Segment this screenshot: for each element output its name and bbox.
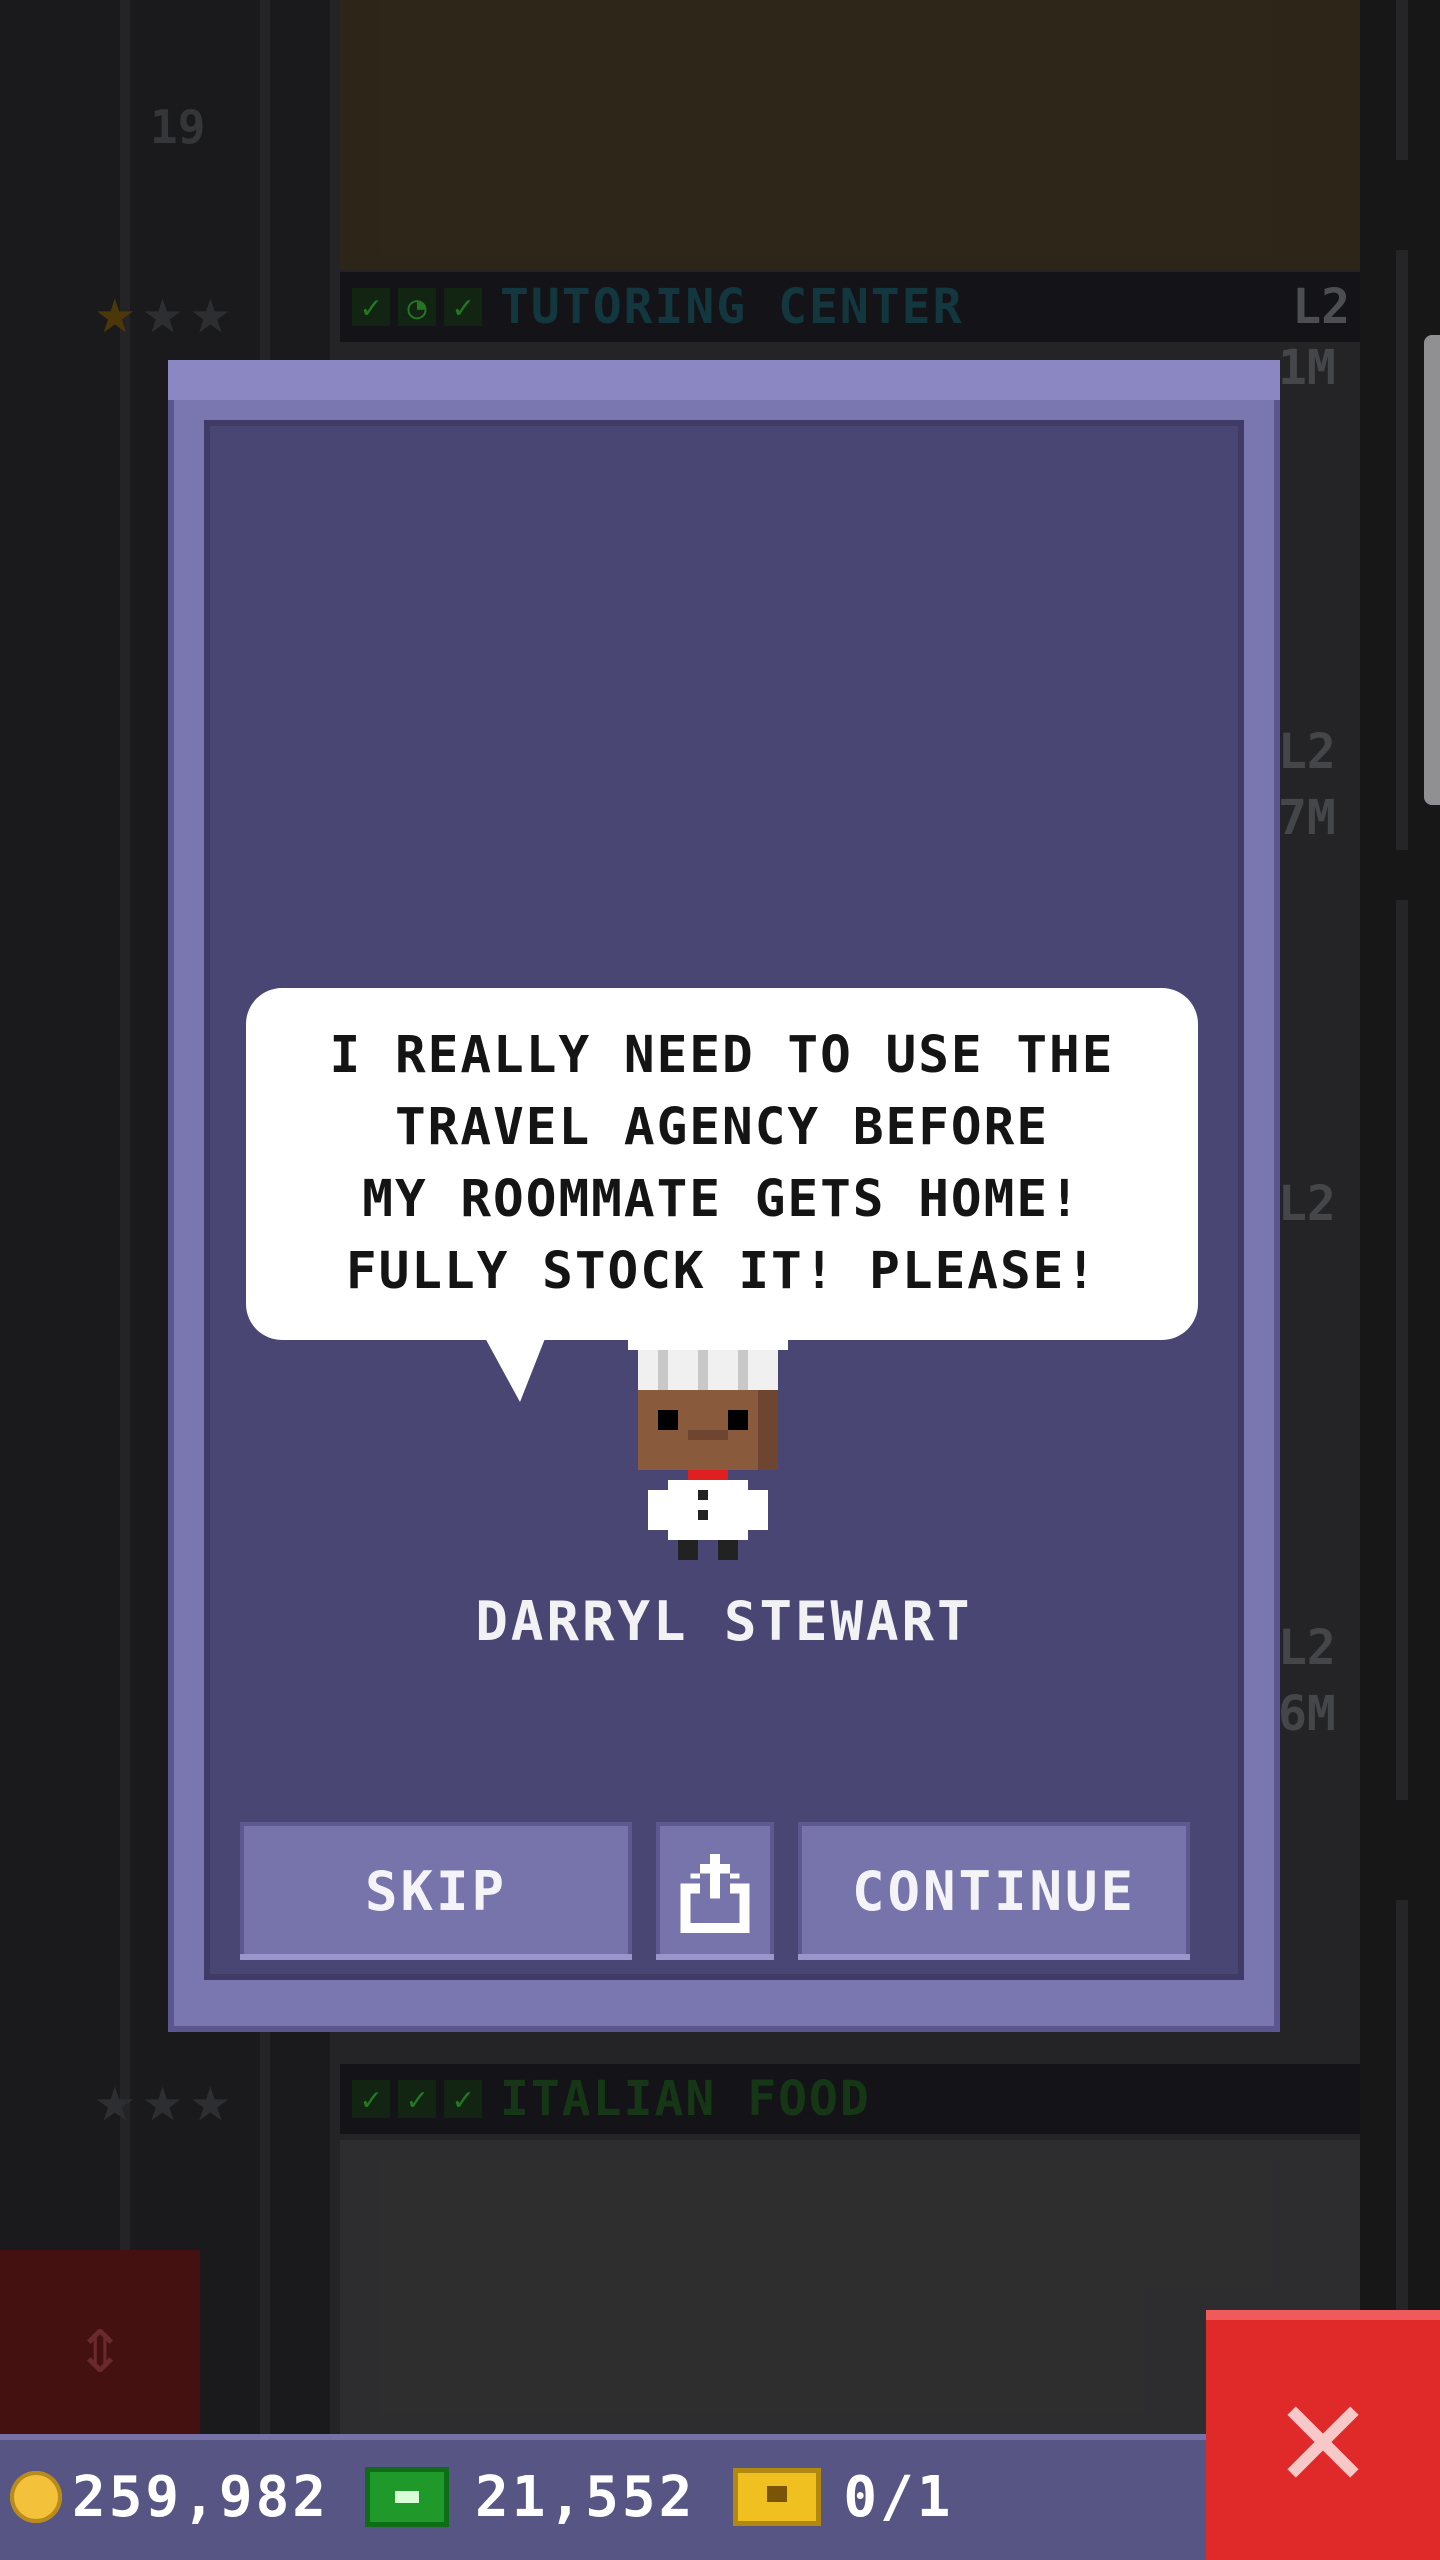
character-name: DARRYL STEWART <box>475 1590 973 1653</box>
coin-value: 259,982 <box>72 2464 330 2530</box>
bux-icon <box>365 2467 450 2527</box>
bux-counter: 21,552 <box>365 2465 695 2530</box>
speech-bubble-tail <box>484 1336 546 1402</box>
share-button[interactable] <box>656 1822 774 1960</box>
ticket-value: 0/1 <box>843 2464 954 2530</box>
dialog-panel: I REALLY NEED TO USE THE TRAVEL AGENCY B… <box>204 420 1244 1980</box>
dialog-frame: I REALLY NEED TO USE THE TRAVEL AGENCY B… <box>168 360 1280 2032</box>
skip-button-label: SKIP <box>364 1859 508 1923</box>
share-icon <box>680 1853 750 1933</box>
close-icon: ✕ <box>1277 2348 1369 2522</box>
continue-button-label: CONTINUE <box>851 1859 1137 1923</box>
bux-value: 21,552 <box>475 2464 696 2530</box>
close-button[interactable]: ✕ <box>1206 2310 1440 2560</box>
ticket-counter: 0/1 <box>733 2465 953 2530</box>
speech-bubble: I REALLY NEED TO USE THE TRAVEL AGENCY B… <box>246 988 1198 1340</box>
ticket-icon <box>733 2468 822 2526</box>
chef-avatar <box>628 1310 788 1560</box>
coin-counter: 259,982 <box>10 2465 329 2530</box>
skip-button[interactable]: SKIP <box>240 1822 632 1960</box>
coin-icon <box>10 2471 62 2523</box>
currency-bar: 259,982 21,552 0/1 <box>0 2434 1206 2560</box>
speech-text: I REALLY NEED TO USE THE TRAVEL AGENCY B… <box>329 1026 1115 1301</box>
continue-button[interactable]: CONTINUE <box>798 1822 1190 1960</box>
